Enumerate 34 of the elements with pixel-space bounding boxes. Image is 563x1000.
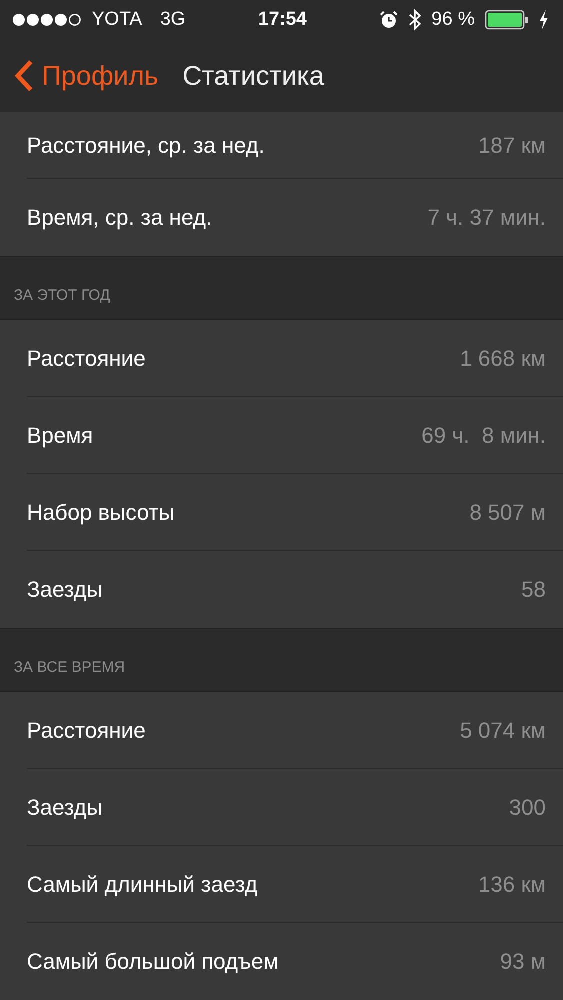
- stat-value: 187 км: [478, 132, 546, 158]
- stat-label: Самый большой подъем: [27, 948, 279, 974]
- alarm-clock-icon: [380, 11, 398, 29]
- stat-value: 1 668 км: [460, 346, 546, 372]
- stat-label: Заезды: [27, 794, 103, 820]
- charging-bolt-icon: [538, 10, 549, 30]
- battery-percentage: 96 %: [432, 9, 475, 31]
- stat-value: 5 074 км: [460, 718, 546, 744]
- stat-value: 136 км: [478, 872, 546, 898]
- stat-value: 7 ч. 37 мин.: [428, 204, 546, 230]
- stat-value: 8 507 м: [470, 500, 546, 526]
- battery-icon: [484, 10, 529, 30]
- chevron-left-icon: [14, 59, 34, 93]
- stat-label: Набор высоты: [27, 500, 175, 526]
- signal-strength-icon: [12, 13, 82, 27]
- stat-value: 300: [509, 794, 546, 820]
- stat-label: Время, ср. за нед.: [27, 204, 212, 230]
- section-title: ЗА ЭТОТ ГОД: [14, 286, 110, 304]
- stat-value: 93 м: [500, 948, 546, 974]
- section-title: ЗА ВСЕ ВРЕМЯ: [14, 658, 126, 676]
- stat-label: Расстояние: [27, 718, 146, 744]
- stat-label: Заезды: [27, 576, 103, 602]
- carrier-name: YOTA: [92, 9, 142, 31]
- back-button[interactable]: Профиль: [14, 59, 159, 93]
- stat-label: Время: [27, 422, 94, 448]
- network-type: 3G: [160, 9, 186, 31]
- clock-time: 17:54: [258, 9, 307, 31]
- stat-label: Самый длинный заезд: [27, 872, 258, 898]
- stat-value: 69 ч. 8 мин.: [422, 422, 546, 448]
- stat-label: Расстояние, ср. за нед.: [27, 132, 265, 158]
- bluetooth-icon: [408, 9, 422, 31]
- stat-label: Расстояние: [27, 346, 146, 372]
- stat-value: 58: [522, 576, 546, 602]
- screen-title: Статистика: [182, 60, 324, 92]
